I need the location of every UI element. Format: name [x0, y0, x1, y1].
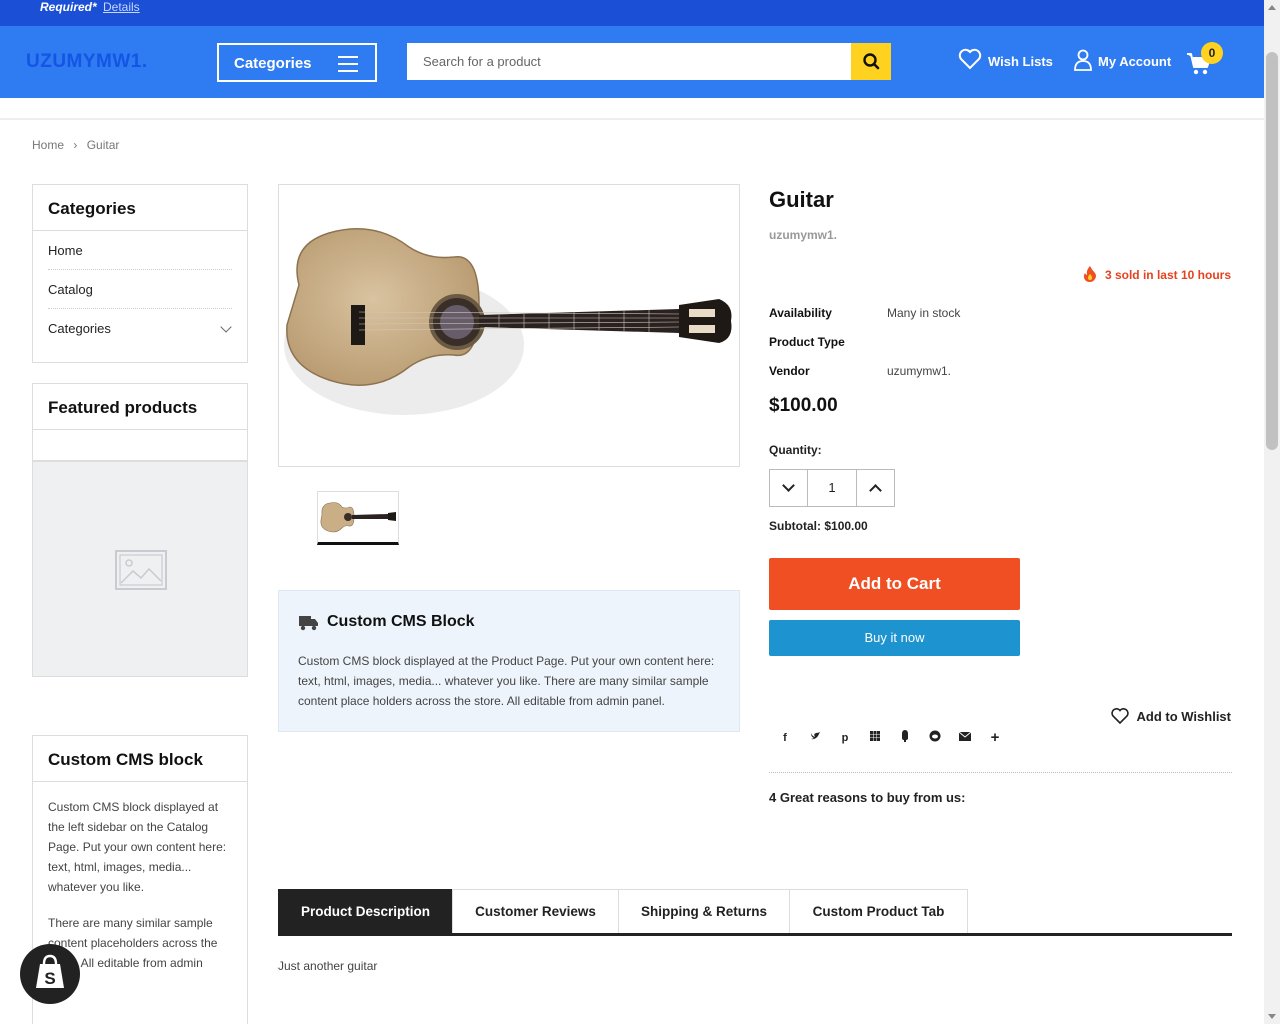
chevron-down-icon[interactable]	[220, 321, 232, 333]
cms-block-title: Custom CMS Block	[327, 613, 475, 630]
heart-icon	[958, 48, 982, 70]
featured-image-placeholder[interactable]	[32, 461, 248, 677]
shopify-bag-icon: S	[36, 954, 64, 988]
reddit-icon[interactable]	[927, 730, 943, 746]
spec-value[interactable]: uzumymw1.	[887, 364, 951, 378]
guitar-image	[284, 228, 732, 415]
shopify-badge[interactable]: S	[20, 944, 80, 1004]
breadcrumb-current: Guitar	[86, 138, 120, 152]
quantity-stepper: 1	[769, 469, 895, 507]
cart-count-badge: 0	[1201, 42, 1223, 64]
breadcrumb-separator-icon: ›	[73, 138, 78, 152]
facebook-icon[interactable]: f	[777, 730, 793, 746]
tabs-underline	[278, 933, 1232, 936]
scroll-down-arrow-icon[interactable]	[1268, 1014, 1276, 1019]
search-button[interactable]	[851, 43, 891, 80]
sidebar-item-categories[interactable]: Categories	[48, 309, 232, 348]
user-icon	[1074, 49, 1092, 71]
categories-button[interactable]: Categories	[217, 43, 377, 82]
sidebar-categories: Categories Home Catalog Categories	[32, 184, 248, 363]
sidebar-featured: Featured products	[32, 383, 248, 461]
sidebar-cms-title: Custom CMS block	[33, 736, 247, 782]
grid-icon[interactable]	[867, 730, 883, 746]
add-to-cart-button[interactable]: Add to Cart	[769, 558, 1020, 610]
cms-block-text: Custom CMS block displayed at the Produc…	[298, 654, 715, 708]
truck-icon	[299, 616, 318, 631]
chevron-down-icon	[782, 479, 795, 492]
add-to-wishlist-button[interactable]: Add to Wishlist	[1110, 708, 1232, 725]
breadcrumb-home[interactable]: Home	[32, 138, 64, 152]
scrollbar-thumb[interactable]	[1266, 52, 1278, 450]
subtotal-label: Subtotal:	[769, 519, 821, 533]
wish-lists-label: Wish Lists	[988, 54, 1053, 69]
quantity-label: Quantity:	[769, 443, 822, 457]
notice-bar: Required* Details	[0, 0, 1264, 26]
hamburger-icon	[338, 56, 358, 77]
search-input[interactable]	[407, 43, 851, 80]
required-label: Required*	[40, 0, 97, 14]
tab-custom-product[interactable]: Custom Product Tab	[789, 889, 968, 934]
site-header: UZUMYMW1. Categories Wish Lists My Accou…	[0, 26, 1264, 98]
tab-shipping-returns[interactable]: Shipping & Returns	[618, 889, 790, 934]
page-scrollbar[interactable]	[1264, 0, 1280, 1024]
spec-key: Availability	[769, 306, 832, 320]
email-icon[interactable]	[957, 730, 973, 746]
details-link[interactable]: Details	[103, 0, 140, 14]
heart-icon	[1110, 708, 1129, 725]
search-icon	[863, 53, 880, 70]
quantity-decrease-button[interactable]	[770, 470, 808, 506]
scroll-up-arrow-icon[interactable]	[1268, 5, 1276, 10]
image-placeholder-icon	[115, 550, 167, 590]
my-account-label: My Account	[1098, 54, 1172, 69]
reasons-heading: 4 Great reasons to buy from us:	[769, 790, 966, 805]
chevron-up-icon	[869, 484, 882, 497]
subtotal: Subtotal: $100.00	[769, 519, 868, 533]
product-cms-block: Custom CMS Block Custom CMS block displa…	[278, 590, 740, 732]
spec-key: Vendor	[769, 364, 810, 378]
spec-value: Many in stock	[887, 306, 961, 320]
sidebar-categories-title: Categories	[33, 185, 247, 231]
fire-icon	[1083, 266, 1096, 282]
pinterest-icon[interactable]: p	[837, 730, 853, 746]
product-price: $100.00	[769, 395, 838, 416]
quantity-increase-button[interactable]	[856, 470, 894, 506]
sidebar-item-label: Categories	[48, 321, 111, 336]
svg-text:S: S	[44, 969, 55, 988]
categories-button-label: Categories	[234, 55, 312, 72]
product-vendor-line[interactable]: uzumymw1.	[769, 228, 837, 242]
tab-product-description[interactable]: Product Description	[278, 889, 453, 934]
add-to-wishlist-label: Add to Wishlist	[1136, 709, 1232, 724]
sidebar-item-catalog[interactable]: Catalog	[48, 270, 232, 309]
featured-title: Featured products	[33, 384, 247, 430]
tumblr-icon[interactable]	[897, 730, 913, 746]
sold-text: 3 sold in last 10 hours	[1104, 268, 1231, 282]
subtotal-value: $100.00	[824, 519, 868, 533]
plus-icon[interactable]: +	[987, 730, 1003, 746]
product-title: Guitar	[769, 187, 834, 212]
tab-content: Just another guitar	[278, 959, 378, 973]
info-divider	[769, 772, 1232, 773]
sold-counter: 3 sold in last 10 hours	[1083, 266, 1231, 282]
guitar-thumbnail-image	[320, 502, 396, 533]
breadcrumb: Home › Guitar	[32, 138, 125, 152]
buy-now-button[interactable]: Buy it now	[769, 620, 1020, 656]
tab-customer-reviews[interactable]: Customer Reviews	[452, 889, 619, 934]
product-thumbnail[interactable]	[317, 491, 399, 545]
sidebar-item-home[interactable]: Home	[48, 231, 232, 270]
header-divider	[0, 118, 1264, 120]
sidebar-cms-text: Custom CMS block displayed at the left s…	[48, 800, 227, 894]
store-logo[interactable]: UZUMYMW1.	[26, 51, 148, 73]
spec-key: Product Type	[769, 335, 845, 349]
quantity-input[interactable]: 1	[808, 470, 856, 506]
product-main-image[interactable]	[278, 184, 740, 467]
twitter-icon[interactable]	[807, 730, 823, 746]
